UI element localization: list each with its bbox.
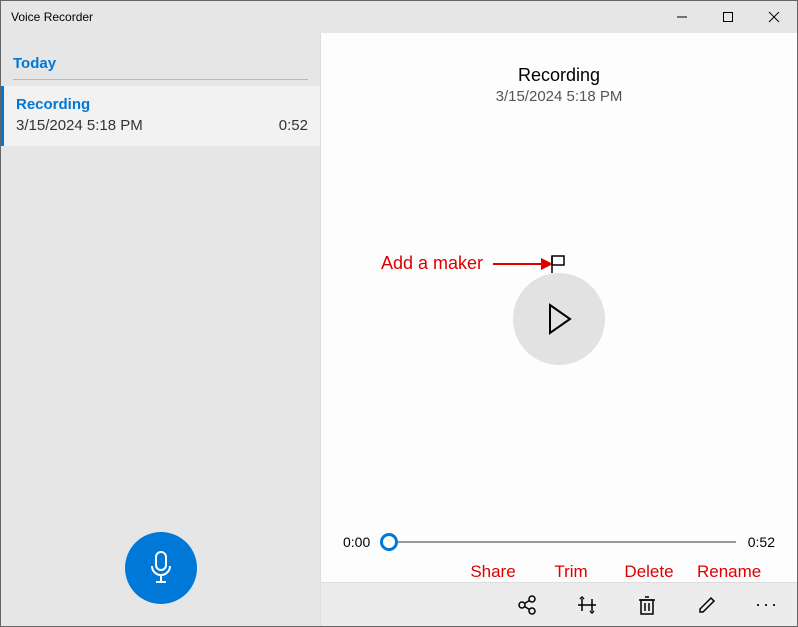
recording-datetime: 3/15/2024 5:18 PM — [16, 117, 143, 134]
recordings-sidebar: Today Recording 3/15/2024 5:18 PM 0:52 — [1, 33, 321, 626]
rename-button[interactable] — [695, 593, 719, 617]
total-time: 0:52 — [748, 534, 775, 550]
more-button[interactable]: ··· — [755, 593, 779, 617]
recording-item[interactable]: Recording 3/15/2024 5:18 PM 0:52 — [1, 86, 320, 146]
trim-icon — [576, 594, 598, 616]
trim-button[interactable] — [575, 593, 599, 617]
detail-pane: Recording 3/15/2024 5:18 PM Add a maker — [321, 33, 797, 626]
share-icon — [516, 594, 538, 616]
seek-slider[interactable] — [382, 532, 736, 552]
annotation-action-labels: Share Trim Delete Rename — [321, 562, 797, 582]
group-header-today: Today — [13, 45, 308, 80]
record-button[interactable] — [125, 532, 197, 604]
play-icon — [544, 302, 574, 336]
maximize-button[interactable] — [705, 1, 751, 33]
close-button[interactable] — [751, 1, 797, 33]
microphone-icon — [147, 550, 175, 586]
window-title: Voice Recorder — [1, 10, 93, 24]
pencil-icon — [696, 594, 718, 616]
arrow-icon — [493, 256, 553, 272]
delete-button[interactable] — [635, 593, 659, 617]
share-button[interactable] — [515, 593, 539, 617]
playhead-time: 0:00 — [343, 534, 370, 550]
action-bar: ··· — [321, 582, 797, 626]
detail-datetime: 3/15/2024 5:18 PM — [321, 88, 797, 105]
trash-icon — [637, 594, 657, 616]
minimize-button[interactable] — [659, 1, 705, 33]
titlebar: Voice Recorder — [1, 1, 797, 33]
detail-title: Recording — [321, 65, 797, 86]
play-button[interactable] — [513, 273, 605, 365]
annotation-add-marker: Add a maker — [381, 253, 553, 274]
add-marker-button[interactable] — [548, 253, 570, 280]
flag-icon — [548, 253, 570, 275]
recording-duration: 0:52 — [279, 117, 308, 134]
recording-name: Recording — [16, 96, 308, 113]
seek-thumb[interactable] — [380, 533, 398, 551]
group-label: Today — [13, 55, 56, 72]
